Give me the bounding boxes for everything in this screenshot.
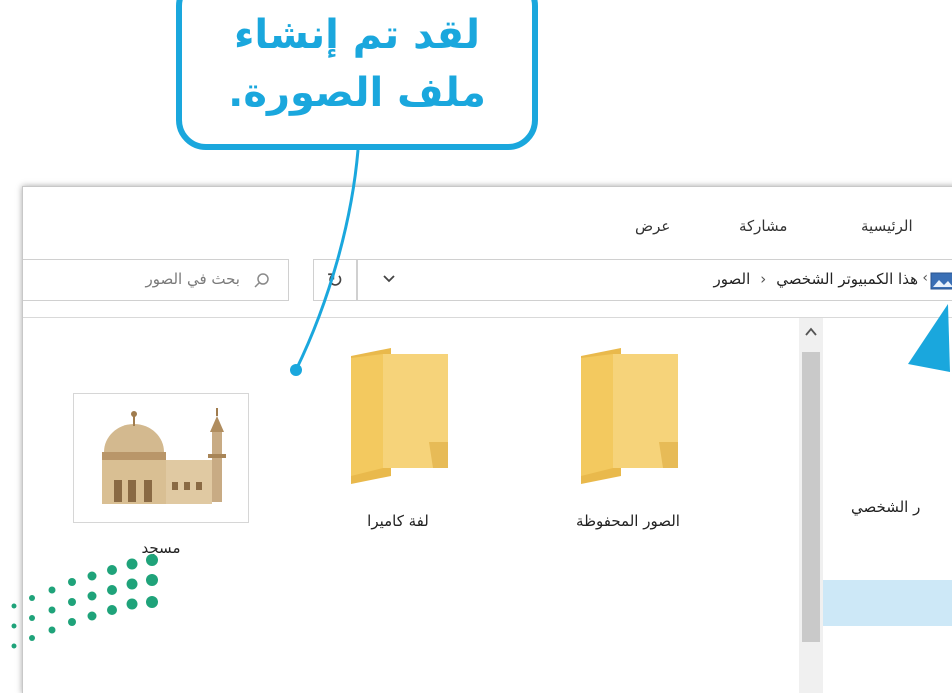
- breadcrumb-arrow-icon: ‹: [922, 270, 928, 286]
- address-bar[interactable]: هذا الكمبيوتر الشخصي‹الصور ‹: [357, 259, 952, 301]
- nav-item-selected[interactable]: [823, 580, 952, 626]
- refresh-icon: ↻: [326, 268, 344, 292]
- vertical-scrollbar[interactable]: [799, 318, 823, 693]
- file-label: لفة كاميرا: [367, 512, 429, 530]
- tab-home[interactable]: الرئيسية: [861, 217, 913, 235]
- search-icon: [254, 273, 269, 288]
- folder-icon: [581, 348, 678, 484]
- file-item-mosque[interactable]: مسجد: [73, 393, 249, 563]
- refresh-button[interactable]: ↻: [313, 259, 357, 301]
- search-placeholder: بحث في الصور: [145, 270, 240, 288]
- nav-item-this-pc[interactable]: ر الشخصي: [851, 498, 920, 516]
- breadcrumb-this-pc[interactable]: هذا الكمبيوتر الشخصي: [776, 270, 918, 288]
- folder-icon: [351, 348, 448, 484]
- breadcrumb: هذا الكمبيوتر الشخصي ‹ الصور: [714, 270, 919, 288]
- address-row: بحث في الصور ↻ هذا الكمبيوتر الشخصي‹الصو…: [23, 251, 952, 318]
- mosque-icon: [102, 408, 226, 504]
- breadcrumb-pictures[interactable]: الصور: [714, 270, 751, 288]
- file-item-camera-roll[interactable]: لفة كاميرا: [323, 346, 473, 546]
- callout-line-1: لقد تم إنشاء: [233, 12, 481, 58]
- tab-share[interactable]: مشاركة: [739, 217, 787, 235]
- tab-view[interactable]: عرض: [635, 217, 670, 235]
- file-item-saved-pictures[interactable]: الصور المحفوظة: [553, 346, 703, 546]
- logo-dots-icon: [11, 554, 158, 649]
- ribbon-tabs: الرئيسية مشاركة عرض: [23, 187, 952, 252]
- search-input[interactable]: بحث في الصور: [23, 259, 289, 301]
- pointer-arrow-icon: [908, 304, 950, 372]
- screenshot-stage: الرئيسية مشاركة عرض بحث في الصور ↻ هذا ا…: [0, 0, 952, 693]
- file-label: الصور المحفوظة: [576, 512, 680, 530]
- callout-line-2: ملف الصورة.: [228, 70, 486, 116]
- mosque-thumbnail: [73, 393, 249, 523]
- scroll-up-icon[interactable]: [803, 324, 819, 340]
- scroll-thumb[interactable]: [802, 352, 820, 642]
- pictures-location-icon: [930, 272, 952, 290]
- chevron-down-icon[interactable]: [380, 270, 398, 288]
- callout-bubble: لقد تم إنشاء ملف الصورة.: [176, 0, 538, 150]
- breadcrumb-separator-icon: ‹: [760, 270, 767, 288]
- callout-text: لقد تم إنشاء ملف الصورة.: [182, 6, 532, 122]
